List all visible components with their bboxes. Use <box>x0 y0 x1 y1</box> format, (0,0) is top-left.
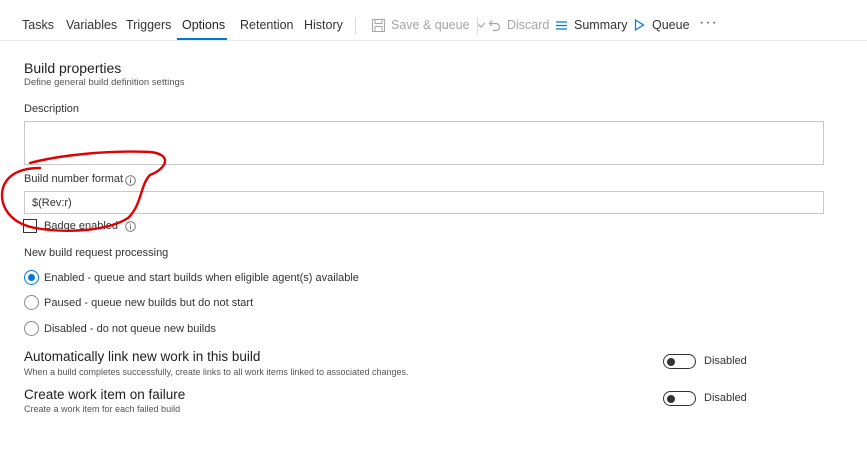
radio-label: Enabled - queue and start builds when el… <box>44 271 359 284</box>
badge-enabled-label: Badge enabled <box>44 220 119 232</box>
toolbar-separator <box>355 17 356 35</box>
active-tab-indicator <box>177 38 227 40</box>
discard-button[interactable]: Discard <box>487 18 549 32</box>
queue-label: Queue <box>652 18 690 32</box>
radio-button-checked[interactable] <box>24 270 39 285</box>
play-icon <box>632 18 646 32</box>
auto-link-toggle-state: Disabled <box>704 355 747 367</box>
save-queue-button[interactable]: Save & queue <box>371 18 486 32</box>
section-subtitle: Define general build definition settings <box>24 77 185 88</box>
request-processing-label: New build request processing <box>24 247 169 259</box>
work-item-toggle[interactable] <box>663 391 696 406</box>
auto-link-toggle[interactable] <box>663 354 696 369</box>
radio-button[interactable] <box>24 321 39 336</box>
radio-enabled[interactable]: Enabled - queue and start builds when el… <box>24 270 359 285</box>
radio-dot <box>28 274 35 281</box>
save-queue-label: Save & queue <box>391 18 470 32</box>
build-number-format-label: Build number format <box>24 173 124 185</box>
summary-label: Summary <box>574 18 628 32</box>
radio-label: Disabled - do not queue new builds <box>44 322 216 335</box>
tab-tasks[interactable]: Tasks <box>22 18 54 32</box>
tab-triggers[interactable]: Triggers <box>126 18 171 32</box>
radio-button[interactable] <box>24 295 39 310</box>
toggle-knob <box>667 357 675 366</box>
toggle-knob <box>667 394 675 403</box>
radio-disabled[interactable]: Disabled - do not queue new builds <box>24 321 216 336</box>
tab-variables[interactable]: Variables <box>66 18 117 32</box>
build-number-format-input[interactable]: $(Rev:r) <box>24 191 824 214</box>
undo-icon <box>487 18 501 32</box>
radio-label: Paused - queue new builds but do not sta… <box>44 296 254 309</box>
tab-history[interactable]: History <box>304 18 343 32</box>
work-item-toggle-state: Disabled <box>704 392 747 404</box>
list-icon <box>554 18 568 32</box>
summary-button[interactable]: Summary <box>554 18 627 32</box>
work-item-description: Create a work item for each failed build <box>24 404 181 414</box>
more-options-icon[interactable]: ··· <box>699 14 718 32</box>
queue-button[interactable]: Queue <box>632 18 690 32</box>
toolbar-separator <box>477 17 478 35</box>
toolbar: Tasks Variables Triggers Options Retenti… <box>0 0 867 41</box>
radio-paused[interactable]: Paused - queue new builds but do not sta… <box>24 295 253 310</box>
badge-enabled-checkbox[interactable] <box>23 219 37 233</box>
auto-link-title: Automatically link new work in this buil… <box>24 349 261 364</box>
tab-options[interactable]: Options <box>182 18 225 32</box>
tab-retention[interactable]: Retention <box>240 18 294 32</box>
discard-label: Discard <box>507 18 550 32</box>
description-label: Description <box>24 103 80 115</box>
section-title: Build properties <box>24 60 122 76</box>
info-icon[interactable] <box>125 175 136 186</box>
work-item-title: Create work item on failure <box>24 387 186 402</box>
info-icon[interactable] <box>125 221 136 232</box>
save-icon <box>371 18 385 32</box>
description-input[interactable] <box>24 121 824 165</box>
auto-link-description: When a build completes successfully, cre… <box>24 367 409 377</box>
